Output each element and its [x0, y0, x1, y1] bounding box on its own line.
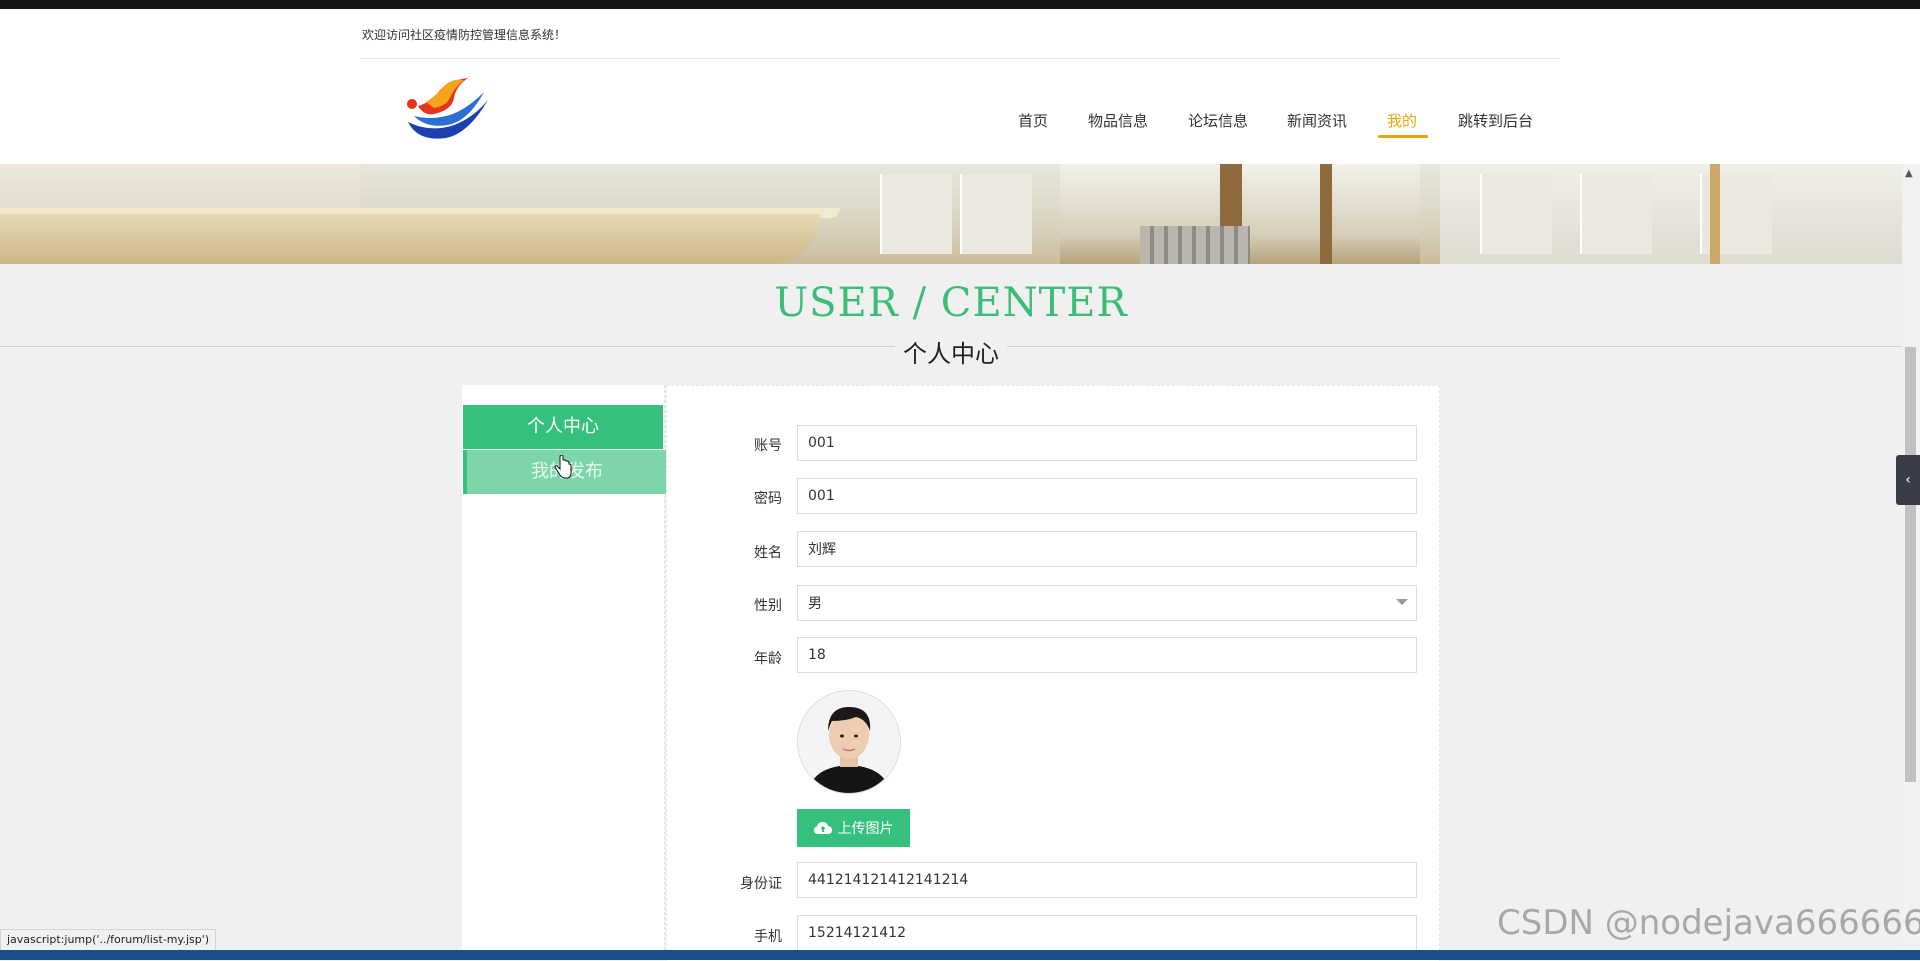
name-label: 姓名 [754, 545, 782, 561]
phone-label: 手机 [754, 929, 782, 945]
cloud-upload-icon [813, 822, 832, 834]
account-field[interactable] [797, 425, 1417, 461]
main-nav: 首页 物品信息 论坛信息 新闻资讯 我的 跳转到后台 [0, 110, 1920, 140]
account-label: 账号 [754, 438, 782, 454]
chevron-down-icon[interactable] [1396, 599, 1408, 605]
section-title-cn: 个人中心 [0, 334, 1902, 369]
taskbar-strip [0, 950, 1920, 960]
nav-active-underline [1378, 135, 1428, 138]
gender-label: 性别 [754, 598, 782, 614]
age-field[interactable] [797, 637, 1417, 673]
upload-button-label: 上传图片 [837, 820, 894, 836]
scrollbar-thumb[interactable] [1905, 347, 1916, 782]
gender-select[interactable] [797, 585, 1417, 621]
idcard-field[interactable] [797, 862, 1417, 898]
chevron-left-icon[interactable]: ‹ [1896, 455, 1920, 505]
watermark-text: CSDN @nodejava666666 [1497, 903, 1920, 943]
welcome-text: 欢迎访问社区疫情防控管理信息系统！ [362, 28, 567, 42]
sidebar-item-user-center[interactable]: 个人中心 [463, 405, 663, 449]
header-divider [360, 58, 1560, 59]
password-label: 密码 [754, 491, 782, 507]
nav-my[interactable]: 我的 [1387, 110, 1417, 131]
upload-image-button[interactable]: 上传图片 [797, 809, 910, 847]
name-field[interactable] [797, 531, 1417, 567]
section-title-cn-text: 个人中心 [895, 340, 1007, 368]
scroll-up-icon[interactable]: ▲ [1905, 168, 1913, 179]
nav-news[interactable]: 新闻资讯 [1287, 110, 1347, 131]
idcard-label: 身份证 [740, 876, 782, 892]
nav-items-info[interactable]: 物品信息 [1088, 110, 1148, 131]
avatar [797, 690, 901, 794]
nav-admin[interactable]: 跳转到后台 [1458, 110, 1533, 131]
section-title-en: USER / CENTER [774, 280, 1128, 326]
age-label: 年龄 [754, 651, 782, 667]
site-header [0, 9, 1920, 164]
window-top-bar [0, 0, 1920, 9]
hand-cursor-icon [554, 454, 572, 485]
banner-image [0, 164, 1902, 264]
password-field[interactable] [797, 478, 1417, 514]
nav-home[interactable]: 首页 [1018, 110, 1048, 131]
nav-forum-info[interactable]: 论坛信息 [1188, 110, 1248, 131]
phone-field[interactable] [797, 915, 1417, 951]
status-bar-url: javascript:jump('../forum/list-my.jsp') [0, 929, 217, 951]
